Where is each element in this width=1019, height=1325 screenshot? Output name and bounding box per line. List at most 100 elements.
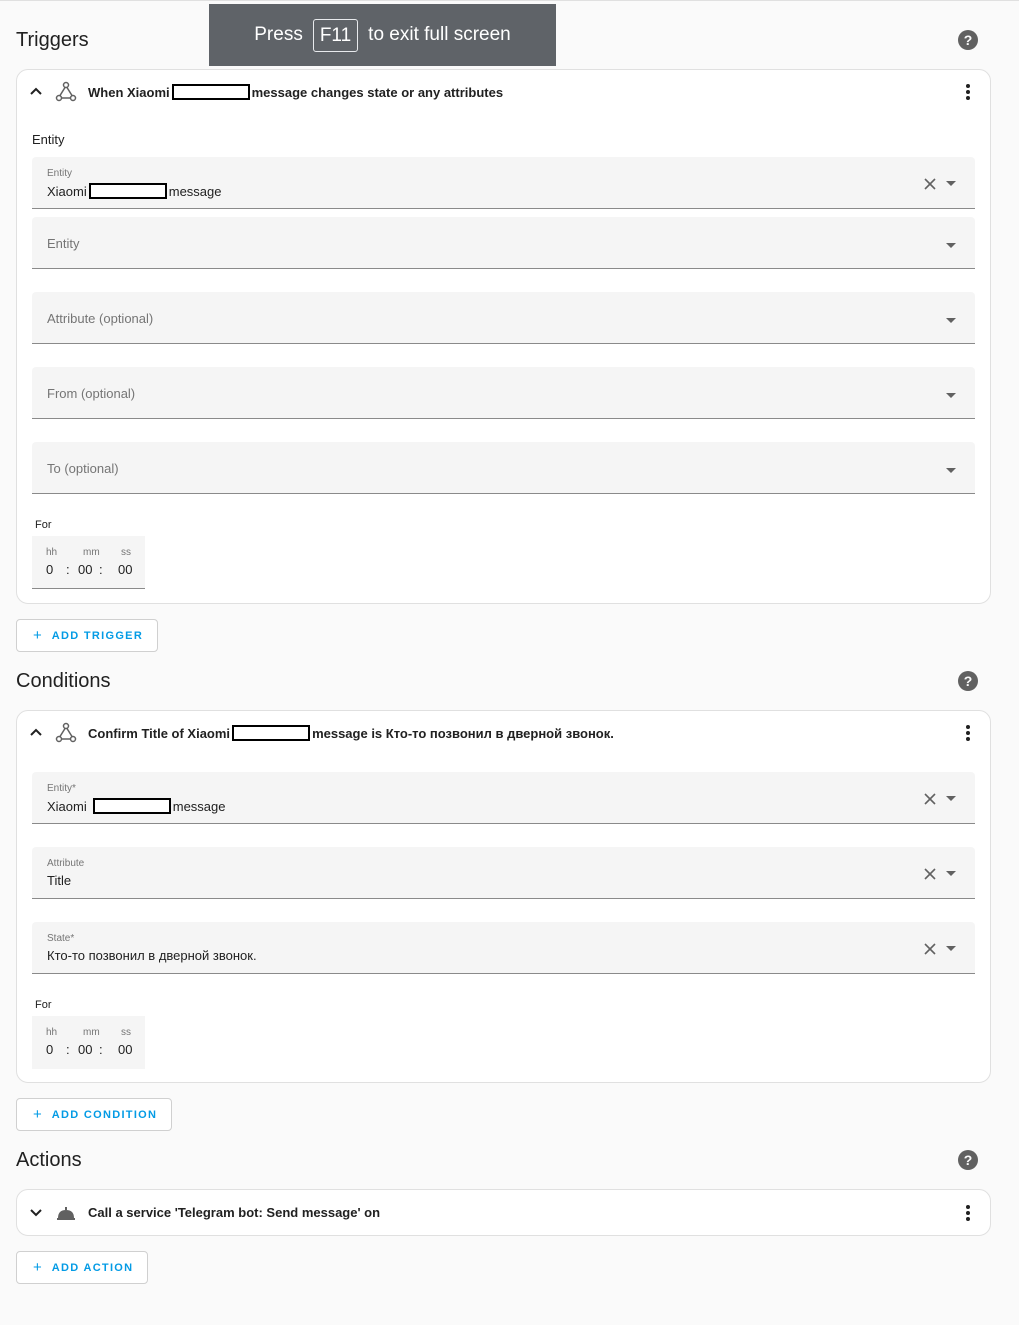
- clear-icon[interactable]: [923, 867, 937, 881]
- add-condition-button[interactable]: + ADD CONDITION: [16, 1098, 173, 1131]
- redaction-box: [92, 798, 171, 814]
- mm-label: mm: [83, 547, 100, 558]
- condition-card: Confirm Title of Xiaomi message is Кто-т…: [16, 710, 991, 1083]
- field-placeholder: Attribute (optional): [47, 311, 154, 326]
- top-divider: [0, 0, 1019, 1]
- field-value: Xiaomi message: [47, 183, 222, 199]
- duration-input[interactable]: hh mm ss 0 : 00 : 00: [32, 1016, 145, 1069]
- dropdown-arrow-icon[interactable]: [946, 393, 956, 398]
- redaction-box: [88, 183, 167, 199]
- chevron-up-icon[interactable]: [29, 725, 43, 739]
- mm-label: mm: [83, 1027, 100, 1038]
- separator: :: [99, 562, 103, 577]
- add-action-button[interactable]: + ADD ACTION: [16, 1251, 149, 1284]
- condition-summary: Confirm Title of Xiaomi message is Кто-т…: [88, 725, 614, 741]
- separator: :: [66, 1042, 70, 1057]
- add-action-label: ADD ACTION: [51, 1261, 134, 1274]
- field-value: Xiaomi message: [47, 798, 226, 814]
- field-placeholder: From (optional): [47, 386, 136, 401]
- redaction-box: [171, 84, 250, 100]
- trigger-summary: When Xiaomi message changes state or any…: [88, 84, 503, 100]
- to-field[interactable]: To (optional): [32, 442, 975, 494]
- dropdown-arrow-icon[interactable]: [946, 871, 956, 876]
- chevron-down-icon[interactable]: [29, 1206, 43, 1220]
- field-value: Кто-то позвонил в дверной звонок.: [47, 948, 257, 963]
- state-trigger-icon: [55, 81, 77, 102]
- state-field[interactable]: State* Кто-то позвонил в дверной звонок.: [32, 922, 975, 974]
- attribute-field[interactable]: Attribute (optional): [32, 292, 975, 344]
- field-label: Entity*: [47, 783, 76, 794]
- plus-icon: +: [33, 1106, 42, 1123]
- more-vert-icon[interactable]: [966, 84, 970, 100]
- condition-summary-prefix: Confirm Title of Xiaomi: [88, 725, 231, 741]
- help-icon[interactable]: ?: [958, 30, 978, 50]
- field-value: Title: [47, 873, 72, 888]
- trigger-summary-prefix: When Xiaomi: [88, 84, 170, 100]
- entity-field[interactable]: Entity* Xiaomi message: [32, 772, 975, 824]
- separator: :: [66, 562, 70, 577]
- seconds-input[interactable]: 00: [118, 562, 132, 577]
- hh-label: hh: [46, 1027, 58, 1038]
- attribute-field[interactable]: Attribute Title: [32, 847, 975, 899]
- hours-input[interactable]: 0: [46, 562, 53, 577]
- action-summary: Call a service 'Telegram bot: Send messa…: [88, 1205, 381, 1220]
- field-label: Attribute: [47, 858, 85, 869]
- action-card: Call a service 'Telegram bot: Send messa…: [16, 1189, 991, 1236]
- minutes-input[interactable]: 00: [78, 1042, 92, 1057]
- condition-summary-suffix: message is Кто-то позвонил в дверной зво…: [312, 725, 614, 741]
- trigger-card: When Xiaomi message changes state or any…: [16, 69, 991, 604]
- dropdown-arrow-icon[interactable]: [946, 796, 956, 801]
- service-bell-icon: [57, 1207, 75, 1220]
- ss-label: ss: [121, 1027, 131, 1038]
- add-condition-label: ADD CONDITION: [51, 1108, 158, 1121]
- condition-card-header[interactable]: Confirm Title of Xiaomi message is Кто-т…: [17, 711, 990, 755]
- ss-label: ss: [121, 547, 131, 558]
- value-prefix: Xiaomi: [47, 183, 87, 199]
- plus-icon: +: [33, 627, 42, 644]
- field-label: State*: [47, 933, 75, 944]
- hours-input[interactable]: 0: [46, 1042, 53, 1057]
- action-card-header[interactable]: Call a service 'Telegram bot: Send messa…: [17, 1190, 990, 1236]
- value-prefix: Xiaomi: [47, 798, 87, 814]
- fullscreen-exit-toast: Press F11 to exit full screen: [209, 4, 556, 66]
- clear-icon[interactable]: [923, 942, 937, 956]
- toast-key: F11: [312, 18, 359, 52]
- value-suffix: message: [168, 183, 222, 199]
- for-label: For: [35, 519, 52, 531]
- seconds-input[interactable]: 00: [118, 1042, 132, 1057]
- entity-add-field[interactable]: Entity: [32, 217, 975, 269]
- add-trigger-label: ADD TRIGGER: [51, 629, 144, 642]
- duration-input[interactable]: hh mm ss 0 : 00 : 00: [32, 536, 145, 589]
- more-vert-icon[interactable]: [966, 1205, 970, 1221]
- plus-icon: +: [33, 1259, 42, 1276]
- clear-icon[interactable]: [923, 177, 937, 191]
- help-icon[interactable]: ?: [958, 1150, 978, 1170]
- entity-section-label: Entity: [32, 132, 65, 147]
- value-suffix: message: [172, 798, 226, 814]
- dropdown-arrow-icon[interactable]: [946, 318, 956, 323]
- for-label: For: [35, 999, 52, 1011]
- chevron-up-icon[interactable]: [29, 84, 43, 98]
- field-placeholder: Entity: [47, 236, 80, 251]
- toast-suffix-text: to exit full screen: [368, 24, 511, 45]
- help-icon[interactable]: ?: [958, 671, 978, 691]
- trigger-summary-suffix: message changes state or any attributes: [251, 84, 504, 100]
- add-trigger-button[interactable]: + ADD TRIGGER: [16, 619, 159, 652]
- toast-press-text: Press: [254, 24, 303, 45]
- trigger-card-header[interactable]: When Xiaomi message changes state or any…: [17, 70, 990, 114]
- separator: :: [99, 1042, 103, 1057]
- from-field[interactable]: From (optional): [32, 367, 975, 419]
- redaction-box: [232, 725, 311, 741]
- clear-icon[interactable]: [923, 792, 937, 806]
- minutes-input[interactable]: 00: [78, 562, 92, 577]
- dropdown-arrow-icon[interactable]: [946, 946, 956, 951]
- more-vert-icon[interactable]: [966, 725, 970, 741]
- entity-field[interactable]: Entity Xiaomi message: [32, 157, 975, 209]
- dropdown-arrow-icon[interactable]: [946, 243, 956, 248]
- field-placeholder: To (optional): [47, 461, 119, 476]
- actions-title: Actions: [16, 1149, 82, 1171]
- dropdown-arrow-icon[interactable]: [946, 181, 956, 186]
- field-label: Entity: [47, 168, 73, 179]
- hh-label: hh: [46, 547, 58, 558]
- dropdown-arrow-icon[interactable]: [946, 468, 956, 473]
